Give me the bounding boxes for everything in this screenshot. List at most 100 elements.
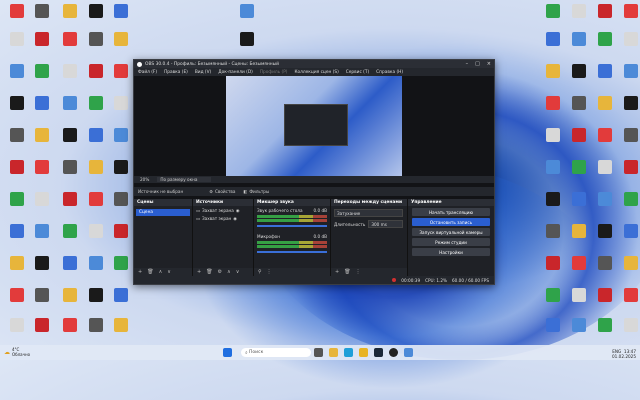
desktop-icon[interactable]: [4, 318, 30, 348]
desktop-icon[interactable]: [57, 224, 83, 254]
desktop-icon[interactable]: [4, 96, 30, 126]
source-item[interactable]: ▭ Захват экран ◉: [193, 214, 253, 222]
gear-icon[interactable]: ⚙: [209, 189, 213, 194]
desktop-icon[interactable]: [540, 32, 566, 62]
desktop-icon[interactable]: [540, 318, 566, 348]
desktop-icon[interactable]: [83, 192, 109, 222]
desktop-icon[interactable]: [592, 32, 618, 62]
up-icon[interactable]: ∧: [227, 269, 231, 275]
desktop-icon[interactable]: [4, 64, 30, 94]
more-icon[interactable]: ⋮: [356, 269, 361, 275]
desktop-icon[interactable]: [83, 160, 109, 190]
task-view-icon[interactable]: [314, 348, 324, 357]
start-icon[interactable]: [223, 348, 233, 357]
desktop-icon[interactable]: [618, 256, 640, 286]
desktop-icon[interactable]: [83, 224, 109, 254]
desktop-icon[interactable]: [83, 288, 109, 318]
add-icon[interactable]: +: [138, 269, 142, 275]
desktop-icon[interactable]: [540, 192, 566, 222]
down-icon[interactable]: ∨: [167, 269, 171, 275]
desktop-icon[interactable]: [57, 288, 83, 318]
desktop-icon[interactable]: [108, 160, 134, 190]
desktop-icon[interactable]: [57, 160, 83, 190]
properties-button[interactable]: Свойства: [215, 189, 235, 194]
desktop-icon[interactable]: [29, 318, 55, 348]
source-item[interactable]: ▭ Захват экрана ◉: [193, 206, 253, 214]
desktop-icon[interactable]: [540, 288, 566, 318]
add-icon[interactable]: +: [197, 269, 201, 275]
desktop-icon[interactable]: [618, 4, 640, 34]
desktop-icon[interactable]: [618, 318, 640, 348]
desktop-icon[interactable]: [592, 160, 618, 190]
desktop-icon[interactable]: [29, 4, 55, 34]
desktop-icon[interactable]: [29, 256, 55, 286]
menu-profile[interactable]: Профиль (P): [260, 70, 288, 75]
eye-icon[interactable]: ◉: [233, 216, 237, 221]
close-icon[interactable]: ×: [487, 61, 491, 67]
desktop-icon[interactable]: [4, 192, 30, 222]
desktop-icon[interactable]: [540, 128, 566, 158]
desktop-icon[interactable]: [108, 32, 134, 62]
virtual-camera-button[interactable]: Запуск виртуальной камеры: [412, 228, 490, 236]
desktop-icon[interactable]: [57, 96, 83, 126]
desktop-icon[interactable]: [566, 256, 592, 286]
desktop-icon[interactable]: [29, 160, 55, 190]
desktop-icon[interactable]: [592, 318, 618, 348]
desktop-icon[interactable]: [108, 96, 134, 126]
menu-tools[interactable]: Сервис (T): [346, 70, 369, 75]
up-icon[interactable]: ∧: [159, 269, 163, 275]
menu-scene-collection[interactable]: Коллекция сцен (S): [294, 70, 338, 75]
desktop-icon[interactable]: [592, 4, 618, 34]
desktop-icon[interactable]: [566, 128, 592, 158]
desktop-icon[interactable]: [592, 256, 618, 286]
menu-docks[interactable]: Док-панели (D): [218, 70, 253, 75]
desktop-icon[interactable]: [566, 192, 592, 222]
search-box[interactable]: ⌕ Поиск: [241, 348, 312, 357]
obs-taskbar-icon[interactable]: [389, 348, 399, 357]
zoom-level[interactable]: 20%: [140, 177, 149, 182]
menu-file[interactable]: Файл (F): [138, 70, 157, 75]
desktop-icon[interactable]: [4, 160, 30, 190]
desktop-icon[interactable]: [566, 318, 592, 348]
volume-slider[interactable]: [257, 251, 327, 253]
weather-icon[interactable]: ☁: [4, 349, 10, 356]
desktop-icon[interactable]: [566, 160, 592, 190]
desktop-icon[interactable]: [540, 4, 566, 34]
desktop-icon[interactable]: [57, 4, 83, 34]
desktop-icon[interactable]: [618, 288, 640, 318]
desktop-icon[interactable]: [618, 192, 640, 222]
desktop-icon[interactable]: [57, 318, 83, 348]
steam-icon[interactable]: [374, 348, 384, 357]
desktop-icon[interactable]: [83, 318, 109, 348]
desktop-icon[interactable]: [566, 288, 592, 318]
desktop-icon[interactable]: [618, 128, 640, 158]
settings-button[interactable]: Настройки: [412, 248, 490, 256]
desktop-icon[interactable]: [29, 32, 55, 62]
add-icon[interactable]: +: [335, 269, 339, 275]
desktop-icon[interactable]: [29, 224, 55, 254]
desktop-icon[interactable]: [566, 4, 592, 34]
system-tray[interactable]: ENG 13:47 01.02.2025: [612, 349, 636, 359]
transition-select[interactable]: Затухание: [331, 209, 407, 217]
desktop-icon[interactable]: [4, 256, 30, 286]
app-icon[interactable]: [404, 348, 414, 357]
desktop-icon[interactable]: [83, 64, 109, 94]
desktop-icon[interactable]: [618, 32, 640, 62]
stop-recording-button[interactable]: Остановить запись: [412, 218, 490, 226]
down-icon[interactable]: ∨: [236, 269, 240, 275]
title-bar[interactable]: OBS 30.0.4 - Профиль: Безымянный - Сцены…: [134, 60, 494, 68]
desktop-icon[interactable]: [566, 224, 592, 254]
desktop-icon[interactable]: [592, 288, 618, 318]
minimize-icon[interactable]: –: [466, 61, 469, 67]
desktop-icon[interactable]: [57, 64, 83, 94]
desktop-icon[interactable]: [108, 288, 134, 318]
desktop-icon[interactable]: [57, 32, 83, 62]
start-stream-button[interactable]: Начать трансляцию: [412, 208, 490, 216]
menu-view[interactable]: Вид (V): [195, 70, 211, 75]
desktop-icon[interactable]: [618, 96, 640, 126]
filter-icon[interactable]: ◧: [243, 189, 247, 194]
desktop-icon[interactable]: [540, 96, 566, 126]
desktop-icon[interactable]: [592, 96, 618, 126]
chrome-icon[interactable]: [359, 348, 369, 357]
desktop-icon[interactable]: [108, 128, 134, 158]
